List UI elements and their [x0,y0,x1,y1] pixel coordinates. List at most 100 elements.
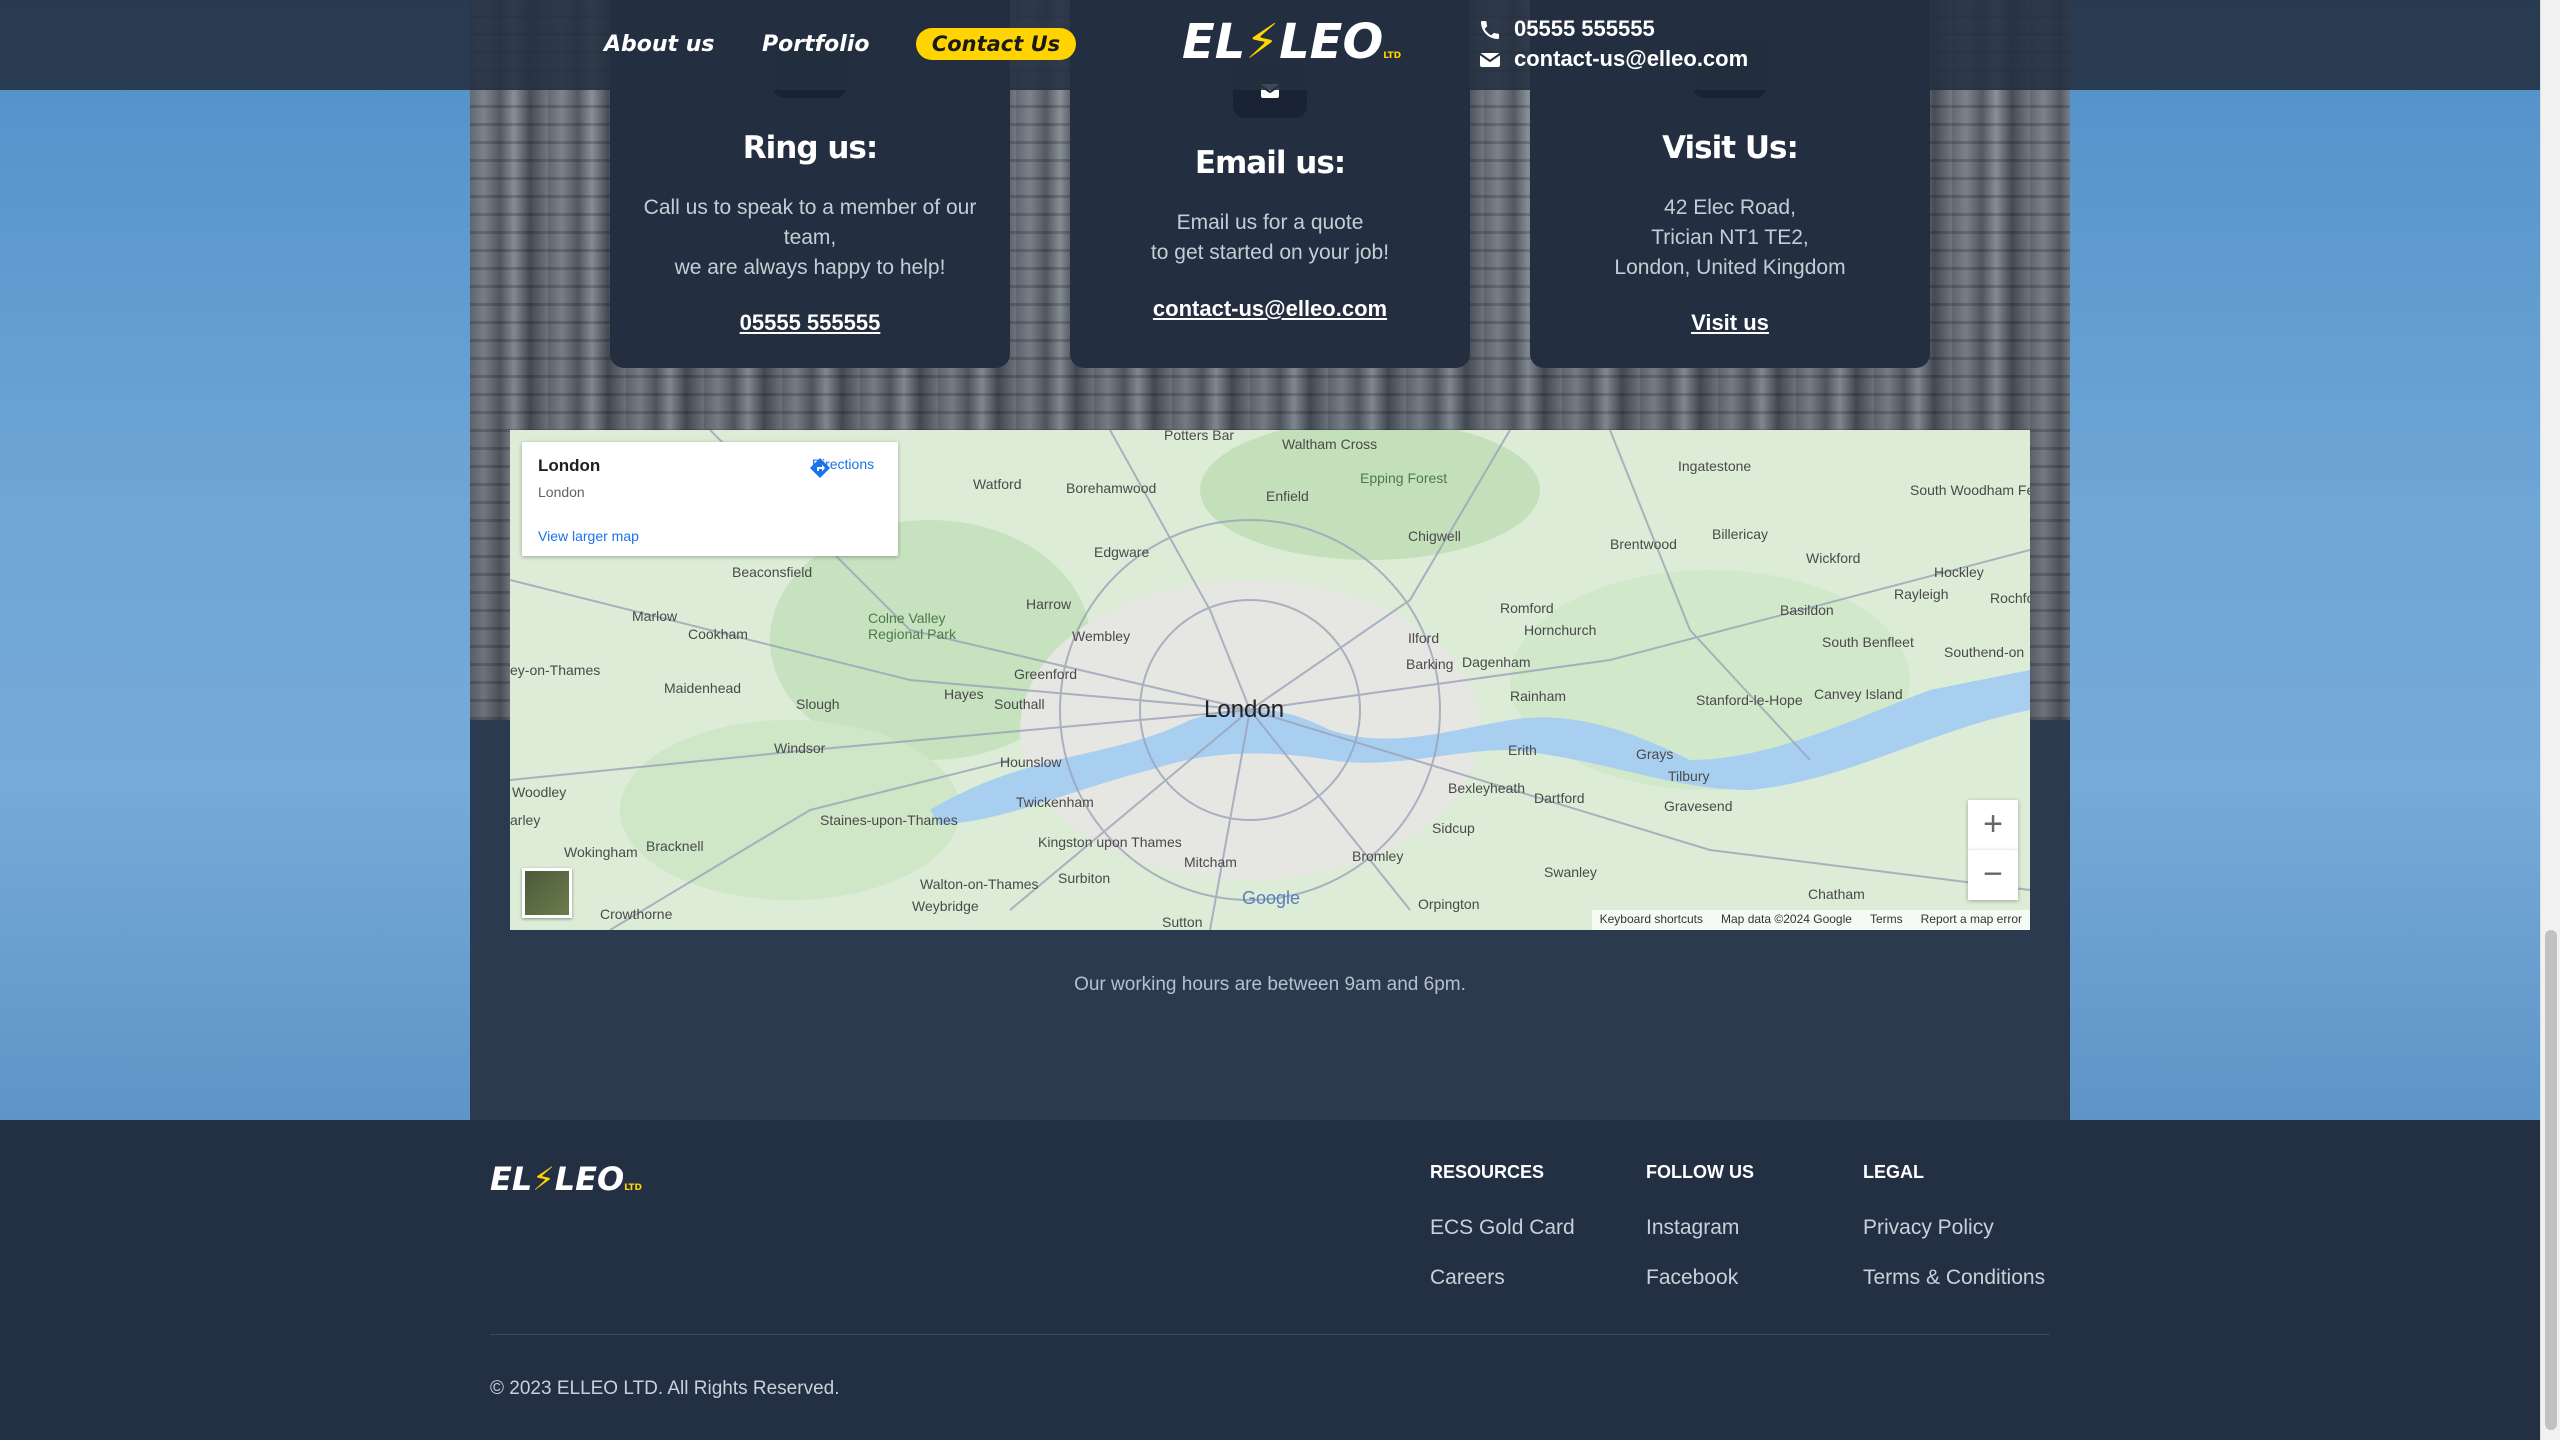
map-label: Orpington [1418,896,1480,912]
nav-portfolio[interactable]: Portfolio [762,32,870,57]
map-label: Dagenham [1462,654,1531,670]
map-label: Bromley [1352,848,1404,864]
footer-heading-follow-us: FOLLOW US [1646,1162,1754,1182]
logo-text: EL [490,1160,533,1198]
map-label: Woodley [512,784,567,800]
map-label: Surbiton [1058,870,1111,886]
map-label: Bracknell [646,838,704,854]
copyright: © 2023 ELLEO LTD. All Rights Reserved. [490,1378,840,1399]
map-label: Wickford [1806,550,1861,566]
map-label: Bexleyheath [1448,780,1526,796]
map-label: Southall [994,696,1045,712]
map-label: Barking [1406,656,1454,672]
zoom-in-button[interactable]: + [1968,800,2018,850]
map-label: ey-on-Thames [510,662,601,678]
map-label: Hockley [1934,564,1984,580]
logo-text: EL [1182,14,1246,70]
site-footer: EL⚡LEOLTD RESOURCES ECS Gold Card Career… [0,1120,2540,1440]
card-text-line: Call us to speak to a member of our [643,196,977,219]
scrollbar-thumb[interactable] [2545,930,2557,1430]
keyboard-shortcuts-link[interactable]: Keyboard shortcuts [1600,912,1703,928]
site-logo[interactable]: EL⚡LEOLTD [1182,14,1401,70]
embedded-map[interactable]: London Watford Borehamwood Enfield Eppin… [510,430,2030,930]
map-label: Ingatestone [1678,458,1752,474]
map-label: Chigwell [1408,528,1461,544]
card-text-line: to get started on your job! [1150,241,1390,264]
site-header: About us Portfolio Contact Us EL⚡LEOLTD … [0,0,2540,90]
map-label: Billericay [1712,526,1769,542]
map-label-center: London [1204,696,1285,723]
footer-link-privacy-policy[interactable]: Privacy Policy [1863,1216,1994,1240]
view-larger-map-link[interactable]: View larger map [538,528,639,544]
zoom-out-button[interactable]: − [1968,850,2018,900]
header-phone[interactable]: 05555 555555 [1514,16,1655,42]
nav-about-us[interactable]: About us [604,32,714,57]
map-label: Twickenham [1016,794,1094,810]
directions-icon [810,458,830,478]
map-label: Staines-upon-Thames [820,812,958,828]
terms-link[interactable]: Terms [1870,912,1903,928]
card-text-line: Trician NT1 TE2, [1651,226,1809,249]
page-scrollbar[interactable] [2540,0,2560,1440]
card-text-line: Email us for a quote [1176,211,1364,234]
footer-link-facebook[interactable]: Facebook [1646,1266,1738,1290]
map-label: Chatham [1808,886,1865,902]
footer-link-careers[interactable]: Careers [1430,1266,1505,1290]
map-label: Walton-on-Thames [920,876,1039,892]
email-link[interactable]: contact-us@elleo.com [1070,296,1470,322]
map-data-text: Map data ©2024 Google [1721,912,1852,926]
map-label: Tilbury [1668,768,1710,784]
map-label: arley [510,812,541,828]
map-label: Hornchurch [1524,622,1597,638]
card-text-line: team, [783,226,837,249]
logo-text: LEO [1279,14,1384,70]
map-label: South Benfleet [1822,634,1914,650]
map-label: Grays [1636,746,1674,762]
map-label: Kingston upon Thames [1038,834,1182,850]
map-label: South Woodham Ferrers [1910,482,2030,498]
map-label: Stanford-le-Hope [1696,692,1803,708]
map-label: Rochfo [1990,590,2030,606]
card-title: Visit Us: [1662,130,1799,166]
map-label: Rayleigh [1894,586,1949,602]
footer-heading-legal: LEGAL [1863,1162,1924,1182]
footer-link-instagram[interactable]: Instagram [1646,1216,1739,1240]
map-label: Beaconsfield [732,564,813,580]
card-text-line: London, United Kingdom [1614,256,1846,279]
report-error-link[interactable]: Report a map error [1921,912,2022,928]
map-label: Basildon [1780,602,1834,618]
satellite-toggle[interactable] [522,868,572,918]
envelope-icon [1479,53,1501,67]
card-text-line: 42 Elec Road, [1664,196,1796,219]
map-label: Mitcham [1184,854,1237,870]
map-label: Wokingham [564,844,638,860]
footer-divider [490,1334,2050,1335]
map-label: Weybridge [912,898,979,914]
map-label: Borehamwood [1066,480,1157,496]
footer-link-terms[interactable]: Terms & Conditions [1863,1266,2045,1290]
map-label: Epping Forest [1360,470,1448,486]
contact-us-button[interactable]: Contact Us [916,28,1076,60]
card-title: Email us: [1194,145,1346,181]
card-text-line: we are always happy to help! [674,256,946,279]
bolt-icon: ⚡ [532,1160,555,1198]
map-label: Dartford [1534,790,1585,806]
map-label: Canvey Island [1814,686,1903,702]
google-logo: Google [1242,888,1301,908]
header-email[interactable]: contact-us@elleo.com [1514,46,1748,72]
map-label: Waltham Cross [1282,436,1378,452]
map-label: Watford [973,476,1022,492]
directions-button[interactable]: Directions [808,456,878,478]
map-label: Edgware [1094,544,1150,560]
map-label: Ilford [1408,630,1440,646]
phone-icon [1481,21,1499,39]
footer-link-ecs-gold-card[interactable]: ECS Gold Card [1430,1216,1575,1240]
visit-us-link[interactable]: Visit us [1530,310,1930,336]
place-subtitle: London [538,484,585,500]
footer-logo[interactable]: EL⚡LEOLTD [490,1160,642,1198]
map-label: Marlow [632,608,678,624]
phone-link[interactable]: 05555 555555 [610,310,1010,336]
card-title: Ring us: [742,130,878,166]
card-text: 42 Elec Road, Trician NT1 TE2, London, U… [1550,193,1910,283]
map-label: Greenford [1014,666,1078,682]
